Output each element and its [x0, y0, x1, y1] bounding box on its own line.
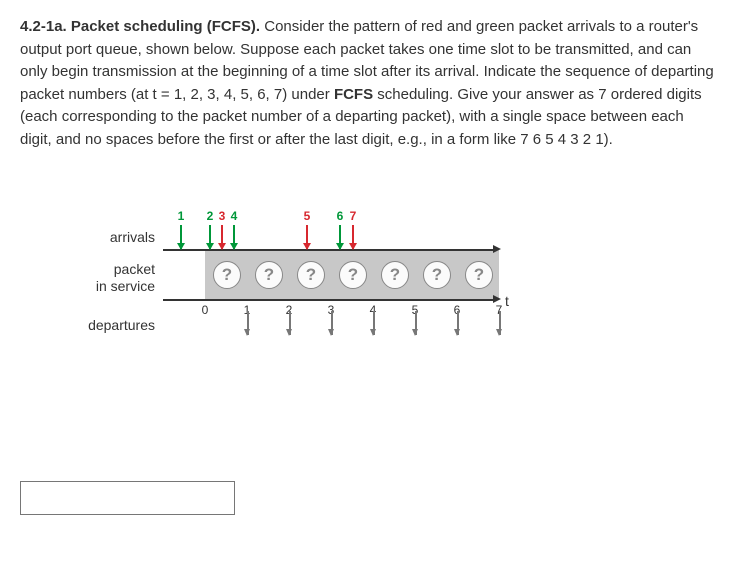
packet-slot-unknown: ?: [255, 261, 283, 289]
arrival-arrow-icon: [180, 225, 182, 249]
packet-slot-unknown: ?: [297, 261, 325, 289]
departure-arrow-icon: [289, 311, 291, 335]
arrival-number: 2: [207, 207, 214, 225]
arrival-arrow-icon: [233, 225, 235, 249]
time-tick-label: 0: [202, 301, 209, 319]
arrival-arrow-icon: [339, 225, 341, 249]
arrival-number: 1: [178, 207, 185, 225]
departure-arrow-icon: [373, 311, 375, 335]
axis-top-arrow-icon: [493, 245, 501, 253]
arrival-number: 6: [337, 207, 344, 225]
arrival-number: 7: [350, 207, 357, 225]
departure-arrow-icon: [415, 311, 417, 335]
label-departures: departures: [88, 317, 155, 334]
arrival-arrow-icon: [209, 225, 211, 249]
packet-slot-unknown: ?: [213, 261, 241, 289]
departure-arrow-icon: [331, 311, 333, 335]
question-text: 4.2-1a. Packet scheduling (FCFS). Consid…: [20, 16, 718, 151]
packet-slot-unknown: ?: [423, 261, 451, 289]
packet-slot-unknown: ?: [465, 261, 493, 289]
answer-input[interactable]: [20, 481, 235, 515]
packet-slot-unknown: ?: [339, 261, 367, 289]
question-title: 4.2-1a. Packet scheduling (FCFS).: [20, 18, 260, 35]
t-axis-label: t: [505, 291, 509, 312]
timing-diagram: arrivals packet in service departures t …: [50, 181, 610, 411]
arrival-number: 5: [304, 207, 311, 225]
departure-arrow-icon: [457, 311, 459, 335]
arrival-arrow-icon: [221, 225, 223, 249]
question-bold-2: FCFS: [334, 86, 373, 103]
departure-arrow-icon: [247, 311, 249, 335]
label-packet-in-service: packet in service: [96, 261, 155, 295]
departure-arrow-icon: [499, 311, 501, 335]
label-arrivals: arrivals: [110, 229, 155, 246]
arrival-arrow-icon: [352, 225, 354, 249]
arrival-arrow-icon: [306, 225, 308, 249]
arrival-number: 4: [231, 207, 238, 225]
packet-slot-unknown: ?: [381, 261, 409, 289]
arrival-number: 3: [219, 207, 226, 225]
